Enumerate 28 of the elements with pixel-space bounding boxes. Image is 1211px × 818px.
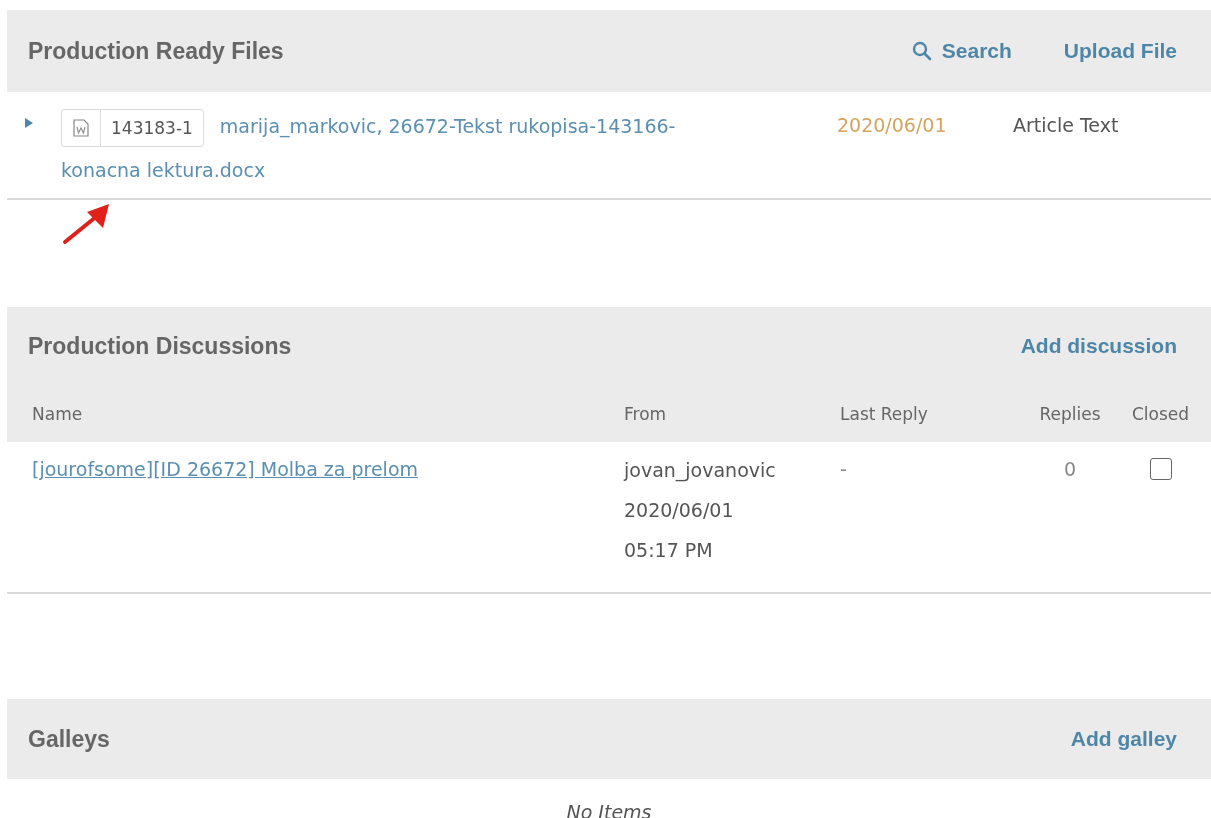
column-header: From bbox=[624, 403, 668, 424]
closed-checkbox[interactable] bbox=[1149, 458, 1172, 480]
table-cell-text: 2020/06/01 bbox=[624, 498, 735, 523]
file-date: 2020/06/01 bbox=[837, 114, 948, 136]
column-header: Last Reply bbox=[840, 403, 929, 424]
section-title: Production Ready Files bbox=[28, 37, 284, 65]
column-header: Closed bbox=[1130, 403, 1191, 424]
action-link[interactable]: Upload File bbox=[1063, 39, 1177, 63]
file-name-link[interactable]: konacna lektura.docx bbox=[61, 159, 266, 181]
column-header: Name bbox=[32, 403, 84, 424]
table-cell: - bbox=[840, 458, 847, 480]
file-name-link[interactable]: marija_markovic, 26672-Tekst rukopisa-143166- bbox=[219, 115, 676, 137]
annotation-arrow-icon bbox=[63, 204, 109, 244]
expand-toggle-icon[interactable] bbox=[23, 116, 35, 130]
table-cell-text: 05:17 PM bbox=[624, 538, 714, 563]
file-type: Article Text bbox=[1013, 114, 1119, 136]
discussion-link[interactable]: [jourofsome][ID 26672] Molba za prelom bbox=[32, 458, 419, 480]
search-icon bbox=[911, 41, 932, 61]
search-link[interactable]: Search bbox=[911, 39, 1012, 63]
document-icon bbox=[73, 118, 89, 137]
table-cell-text: jovan_jovanovic bbox=[624, 458, 777, 484]
section-title: Production Discussions bbox=[28, 332, 292, 360]
file-id: 143183-1 bbox=[100, 109, 203, 146]
action-link[interactable]: Add galley bbox=[1070, 727, 1177, 751]
column-header: Replies bbox=[1038, 403, 1102, 424]
section-title: Galleys bbox=[28, 725, 110, 753]
action-link[interactable]: Add discussion bbox=[1020, 334, 1177, 358]
table-cell: 0 bbox=[1063, 458, 1077, 480]
